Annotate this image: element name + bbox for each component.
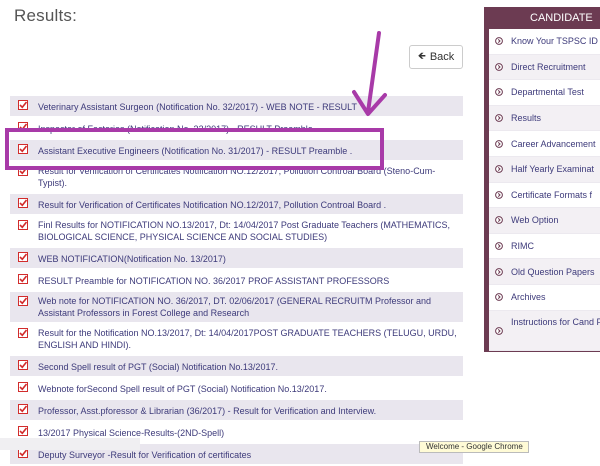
sidebar-item[interactable]: Certificate Formats f: [489, 183, 600, 209]
checkbox-checked-icon: [18, 328, 28, 338]
sidebar-item-label: Results: [511, 113, 542, 124]
sidebar-item-label: Direct Recruitment: [511, 61, 586, 72]
sidebar-item-label: Archives: [511, 292, 546, 303]
sidebar-item-label: RIMC: [511, 241, 534, 252]
sidebar-item[interactable]: RIMC: [489, 234, 600, 260]
sidebar-item-label: Half Yearly Examinat: [511, 164, 595, 175]
footer-bar: [0, 438, 140, 450]
checkbox-checked-icon: [18, 296, 28, 306]
chevron-circle-icon: [495, 190, 503, 199]
chevron-circle-icon: [495, 62, 503, 71]
result-link[interactable]: RESULT Preamble for NOTIFICATION NO. 36/…: [38, 276, 389, 286]
sidebar-item[interactable]: Results: [489, 105, 600, 132]
checkbox-checked-icon: [18, 274, 28, 284]
candidate-sidebar: CANDIDATE Know Your TSPSC ID Direct Recru…: [484, 7, 600, 352]
result-row[interactable]: Web note for NOTIFICATION NO. 36/2017, D…: [10, 292, 463, 324]
result-row[interactable]: Professor, Asst.pforessor & Librarian (3…: [10, 400, 463, 422]
sidebar-item[interactable]: Know Your TSPSC ID: [489, 29, 600, 55]
arrow-left-icon: 🡸: [417, 50, 426, 62]
result-link[interactable]: Finl Results for NOTIFICATION NO.13/2017…: [38, 220, 450, 242]
chevron-circle-icon: [495, 165, 503, 174]
result-link[interactable]: Result for the Notification NO.13/2017, …: [38, 328, 457, 350]
result-row[interactable]: Veterinary Assistant Surgeon (Notificati…: [10, 96, 463, 118]
result-link[interactable]: Web note for NOTIFICATION NO. 36/2017, D…: [38, 296, 431, 318]
result-link[interactable]: WEB NOTIFICATION(Notification No. 13/201…: [38, 254, 226, 264]
result-link[interactable]: Result for Verification of Certificates …: [38, 200, 386, 210]
chevron-circle-icon: [495, 139, 503, 148]
result-row[interactable]: Webnote forSecond Spell result of PGT (S…: [10, 378, 463, 400]
result-row[interactable]: Finl Results for NOTIFICATION NO.13/2017…: [10, 216, 463, 248]
highlight-box: [5, 128, 384, 170]
result-row[interactable]: Result for Verification of Certificates …: [10, 194, 463, 216]
result-link[interactable]: Webnote forSecond Spell result of PGT (S…: [38, 384, 327, 394]
sidebar-item[interactable]: Career Advancement: [489, 131, 600, 157]
back-button[interactable]: 🡸 Back: [409, 45, 463, 69]
sidebar-item-label: Career Advancement: [511, 138, 596, 149]
sidebar-item[interactable]: Archives: [489, 285, 600, 311]
sidebar-item[interactable]: Half Yearly Examinat: [489, 156, 600, 183]
checkbox-checked-icon: [18, 404, 28, 414]
chrome-tooltip: Welcome - Google Chrome: [419, 441, 529, 453]
chevron-circle-icon: [495, 293, 503, 302]
checkbox-checked-icon: [18, 426, 28, 436]
sidebar-item-label: Departmental Test: [511, 87, 584, 98]
chevron-circle-icon: [495, 267, 503, 276]
chevron-circle-icon: [495, 114, 503, 122]
annotation-arrow-icon: [352, 31, 387, 116]
checkbox-checked-icon: [18, 252, 28, 262]
chevron-circle-icon: [495, 242, 503, 250]
back-button-label: Back: [429, 51, 455, 63]
sidebar-item-label: Certificate Formats f: [511, 189, 593, 200]
sidebar-item-label: Instructions for Cand P: [511, 316, 600, 327]
result-link[interactable]: Second Spell result of PGT (Social) Noti…: [38, 362, 278, 372]
result-row[interactable]: WEB NOTIFICATION(Notification No. 13/201…: [10, 248, 463, 270]
sidebar-item[interactable]: Old Question Papers: [489, 259, 600, 285]
checkbox-checked-icon: [18, 100, 28, 110]
chevron-circle-icon: [495, 88, 503, 97]
checkbox-checked-icon: [18, 220, 28, 230]
sidebar-item-label: Know Your TSPSC ID: [511, 36, 598, 47]
checkbox-checked-icon: [18, 360, 28, 370]
checkbox-checked-icon: [18, 382, 28, 392]
chevron-circle-icon: [495, 37, 503, 46]
result-link[interactable]: Veterinary Assistant Surgeon (Notificati…: [38, 102, 357, 112]
sidebar-item[interactable]: Instructions for Cand P: [489, 310, 600, 351]
chevron-circle-icon: [495, 326, 503, 335]
sidebar-item-label: Web Option: [511, 215, 559, 226]
result-row[interactable]: Second Spell result of PGT (Social) Noti…: [10, 356, 463, 378]
result-link[interactable]: 13/2017 Physical Science-Results-(2ND-Sp…: [38, 428, 224, 438]
sidebar-item-label: Old Question Papers: [511, 266, 595, 277]
sidebar-item[interactable]: Web Option: [489, 208, 600, 234]
sidebar-item[interactable]: Departmental Test: [489, 80, 600, 106]
checkbox-checked-icon: [18, 198, 28, 208]
result-row[interactable]: Result for the Notification NO.13/2017, …: [10, 324, 463, 356]
chevron-circle-icon: [495, 216, 503, 225]
result-link[interactable]: Deputy Surveyor -Result for Verification…: [38, 450, 251, 460]
sidebar-item[interactable]: Direct Recruitment: [489, 54, 600, 81]
result-link[interactable]: Professor, Asst.pforessor & Librarian (3…: [38, 406, 376, 416]
page-title: Results:: [14, 6, 78, 25]
result-row[interactable]: RESULT Preamble for NOTIFICATION NO. 36/…: [10, 270, 463, 292]
sidebar-heading: CANDIDATE: [484, 7, 600, 29]
